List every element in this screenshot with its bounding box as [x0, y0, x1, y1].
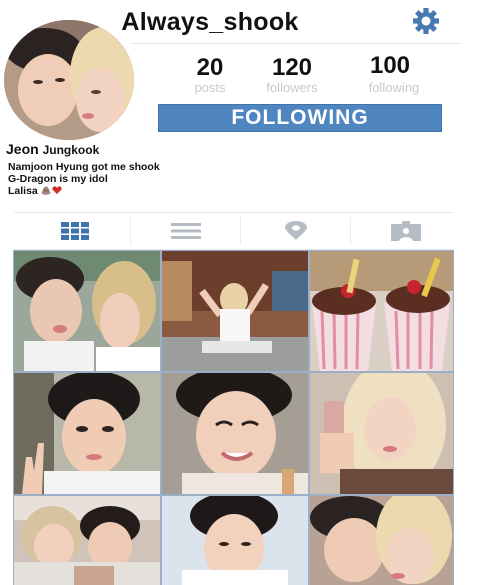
- list-icon: [171, 223, 201, 239]
- photo-couple-hugging-selfie[interactable]: [14, 496, 160, 585]
- tab-map-view[interactable]: [241, 213, 351, 249]
- display-name-first: Jeon: [6, 141, 39, 157]
- bio-line-3: Lalisa: [8, 185, 63, 197]
- photo-boy-white-shirt-closeup[interactable]: [162, 496, 308, 585]
- avatar[interactable]: [4, 20, 134, 140]
- bio-line-2: G-Dragon is my idol: [8, 173, 108, 185]
- photo-boy-peace-sign-car[interactable]: [14, 373, 160, 494]
- tab-tagged-view[interactable]: [351, 213, 461, 249]
- header-divider: [130, 43, 460, 44]
- display-name-last: Jungkook: [42, 143, 100, 157]
- followers-label[interactable]: followers: [256, 80, 328, 95]
- photo-blonde-woman-with-phone[interactable]: [310, 373, 453, 494]
- photo-couple-cheek-to-cheek[interactable]: [310, 496, 453, 585]
- photo-selfie-duo-peace-sign[interactable]: [14, 251, 160, 371]
- posts-count: 20: [196, 54, 224, 81]
- bio-line-1: Namjoon Hyung got me shook: [8, 161, 160, 173]
- bio-line-3-text: Lalisa: [8, 185, 38, 197]
- photo-boy-smiling-closeup[interactable]: [162, 373, 308, 494]
- location-pin-icon: [285, 221, 307, 240]
- tab-grid-view[interactable]: [20, 213, 130, 249]
- following-count[interactable]: 100: [354, 52, 426, 80]
- following-button[interactable]: FOLLOWING: [158, 104, 442, 132]
- photo-woman-on-floor-arms-raised[interactable]: [162, 251, 308, 371]
- posts-label: posts: [194, 80, 226, 95]
- tagged-photo-icon: [391, 221, 421, 241]
- followers-count[interactable]: 120: [256, 54, 328, 82]
- gear-icon[interactable]: [410, 6, 442, 36]
- photo-two-ice-cream-sundaes[interactable]: [310, 251, 453, 371]
- profile-display-name: Jeon Jungkook: [6, 141, 99, 157]
- grid-icon: [61, 222, 89, 240]
- poop-and-heart-emoji-icon: [41, 186, 62, 195]
- tab-list-view[interactable]: [131, 213, 241, 249]
- photo-grid: [13, 250, 454, 585]
- following-label[interactable]: following: [354, 80, 434, 95]
